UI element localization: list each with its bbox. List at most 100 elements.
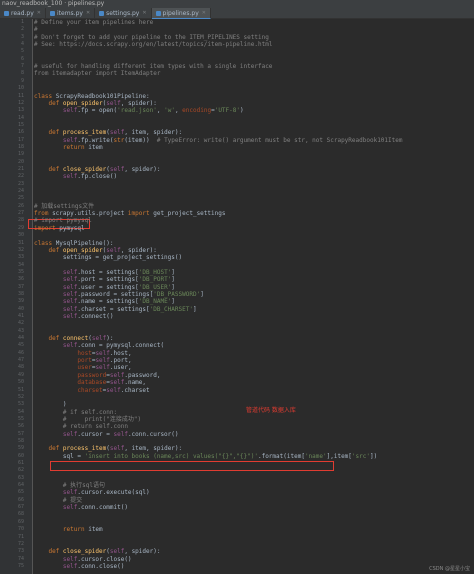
code-token: password [77,371,107,379]
code-token: ): [106,335,114,343]
code-token: self [62,555,78,563]
code-token: , item, spider): [124,445,183,453]
tab-read-py[interactable]: read.py ✕ [0,8,46,18]
code-token: self [62,298,78,306]
code-token: self [62,313,78,320]
code-token: # print("连接成功") [62,415,142,423]
code-token: 'DB_PORT' [138,276,172,284]
code-editor[interactable]: 管道代码 数据入库 1 # Define your item pipelines … [0,19,474,574]
code-token: connect [62,335,89,343]
code-token: .conn.cursor() [127,430,179,438]
code-token: self [62,173,78,181]
code-token: (item)) [124,136,157,144]
code-token: .format(item[ [257,452,305,460]
code-token: self [62,136,78,144]
code-token: .conn = pymysql.connect( [77,342,165,350]
close-icon[interactable]: ✕ [202,10,206,16]
code-token: self [109,166,125,173]
code-token: 'DB_USER' [138,283,172,291]
code-token: scrapy.utils.project [52,210,128,218]
python-file-icon [49,10,55,16]
code-token: 'read.json' [117,107,157,115]
code-token: , spider): [120,246,157,254]
code-token: self [62,504,78,512]
window-title: naov_readbook_100 · pipelines.py [2,0,105,7]
code-token: get_project_settings [153,210,226,218]
code-token: pymysql [59,224,85,232]
code-token: # [34,26,38,34]
code-token: item [88,526,103,534]
code-text: self.conn.close() [34,563,124,571]
code-token: , [156,107,165,115]
code-token: self [62,290,78,298]
code-token: self [95,364,110,372]
code-token: self [62,283,78,291]
code-token: .host = settings[ [77,268,139,276]
code-token: item [88,143,103,151]
close-icon[interactable]: ✕ [86,10,90,16]
code-token: 'DB_CHARSET' [149,305,193,313]
line-number: 75 [17,562,24,569]
code-token: close_spider [62,548,107,556]
tab-pipelines-py[interactable]: pipelines.py ✕ [151,8,211,19]
code-token: .name, [124,379,147,387]
code-token: ] [171,283,175,291]
code-token: ]) [369,452,378,460]
code-token: encoding [182,107,212,115]
code-token: self [62,342,78,350]
tab-items-py[interactable]: items.py ✕ [46,8,96,18]
code-token: , spider): [124,548,161,556]
code-token: user [77,364,92,372]
code-token: charset [77,386,103,394]
code-token: .charset [120,386,150,394]
code-token: process_item [62,445,107,453]
tab-label: settings.py [106,9,140,17]
close-icon[interactable]: ✕ [142,10,146,16]
close-icon[interactable]: ✕ [37,10,41,16]
code-token: 'UTF-8' [214,107,240,115]
code-token: .cursor.execute(sql) [77,489,150,497]
code-token: 'name' [304,452,327,460]
code-token: ] [200,290,204,298]
code-token: def [48,548,63,556]
code-token: str [113,136,125,144]
code-token: MysqlPipeline(): [55,239,114,247]
watermark: CSDN @星星小宝 [429,566,470,572]
code-token: # TypeError: write() argument must be st… [156,136,403,144]
code-token: # 执行sql语句 [62,482,105,490]
code-token: class [34,92,56,100]
code-token: ] [171,298,175,306]
code-token: , spider): [124,166,161,173]
code-token: .user, [109,364,132,372]
code-line[interactable]: 75 self.conn.close() [0,563,474,571]
code-token: ) [240,107,244,115]
code-token: 'DB_PASSWORD' [153,290,201,298]
code-token: def [48,166,63,173]
code-token: # 加载settings文件 [34,202,95,210]
code-token: self [113,430,128,438]
tab-settings-py[interactable]: settings.py ✕ [95,8,152,18]
code-token: class [34,239,56,247]
code-token: def [48,445,63,453]
code-token: ) [34,401,67,409]
code-token: .conn.close() [77,562,125,570]
code-token: self [109,548,125,556]
code-token: self [91,335,107,343]
python-file-icon [155,10,161,16]
code-token: self [109,445,125,453]
tab-label: read.py [11,9,34,17]
